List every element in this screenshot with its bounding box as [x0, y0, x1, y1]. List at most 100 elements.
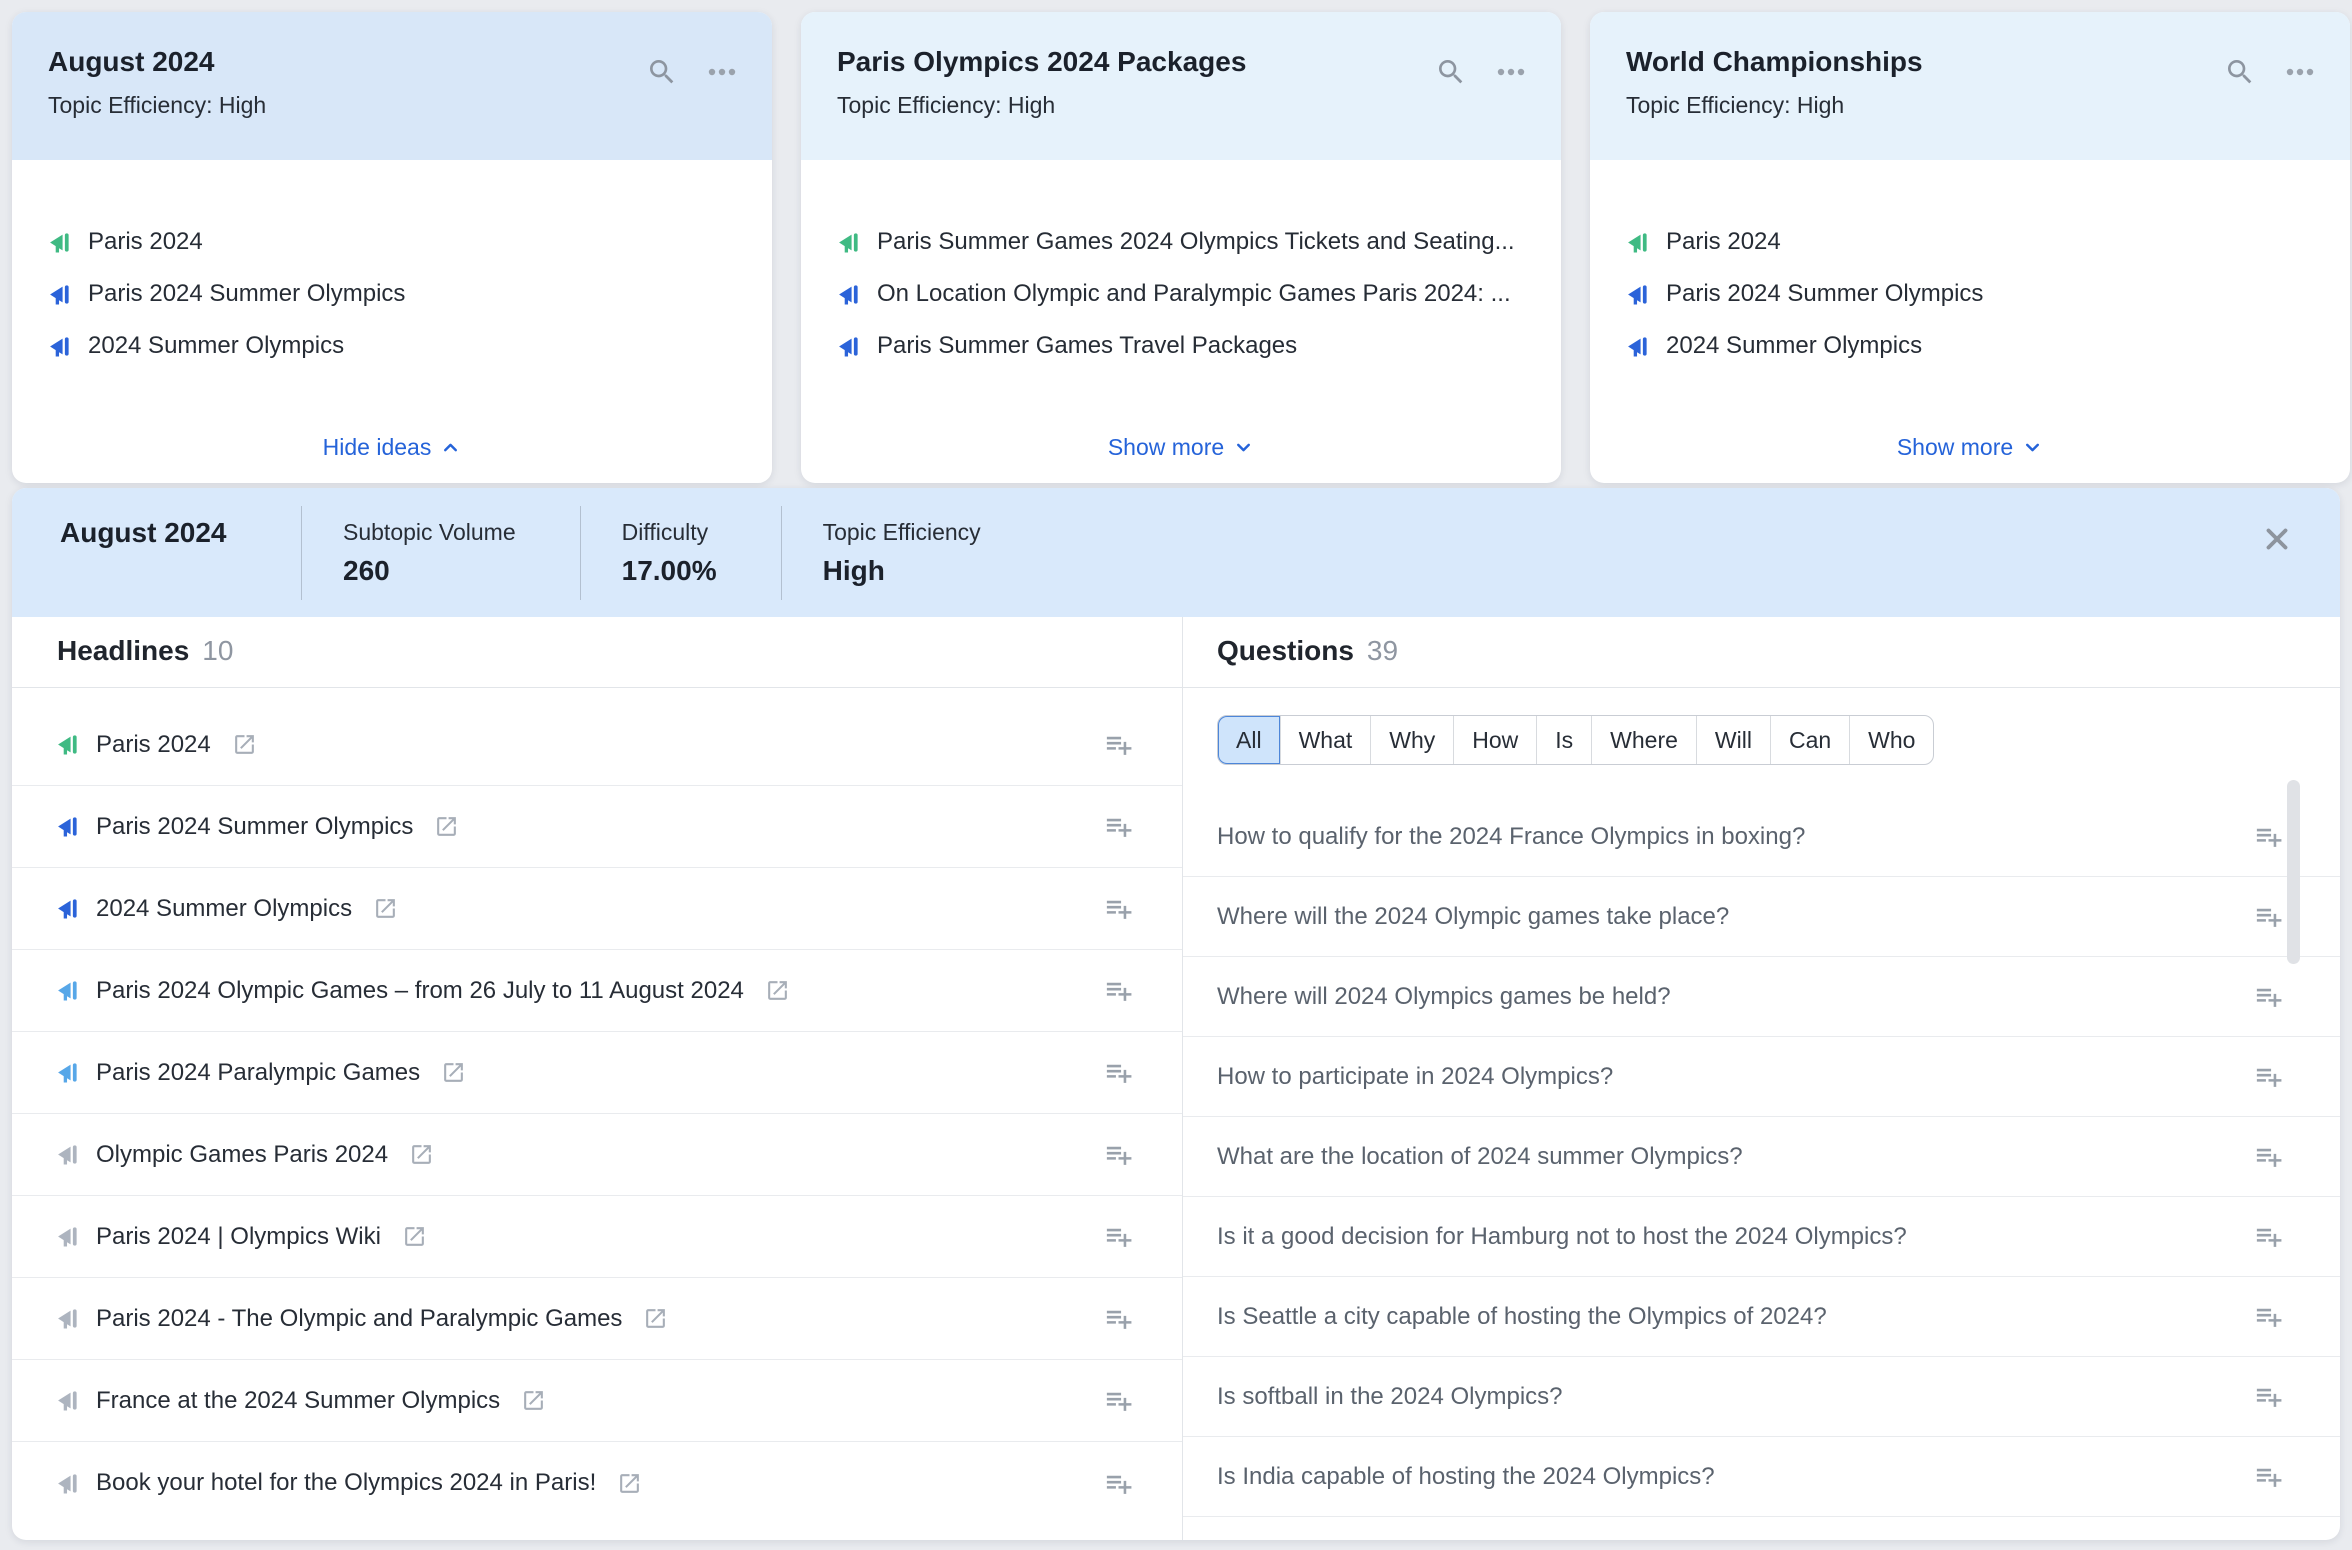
detail-title: August 2024 [60, 516, 227, 548]
add-to-list-icon[interactable] [2253, 1061, 2284, 1092]
more-options-icon[interactable] [706, 56, 738, 88]
more-options-icon[interactable] [1495, 56, 1527, 88]
external-link-icon[interactable] [434, 814, 459, 839]
list-item[interactable]: Paris 2024 [1626, 216, 2314, 268]
list-item[interactable]: Paris 2024 [48, 216, 736, 268]
add-to-list-icon[interactable] [2253, 981, 2284, 1012]
filter-chip-how[interactable]: How [1453, 716, 1536, 764]
stat-label: Topic Efficiency [822, 518, 981, 545]
filter-chip-all[interactable]: All [1218, 716, 1280, 764]
external-link-icon[interactable] [232, 732, 257, 757]
chevron-down-icon [2022, 437, 2043, 458]
list-item[interactable]: Paris Summer Games 2024 Olympics Tickets… [837, 216, 1525, 268]
filter-chip-is[interactable]: Is [1536, 716, 1591, 764]
card-idea-list: Paris 2024 Paris 2024 Summer Olympics 20… [1590, 160, 2350, 372]
card-title: World Championships [1626, 46, 1923, 77]
external-link-icon[interactable] [441, 1060, 466, 1085]
search-icon[interactable] [1435, 56, 1467, 88]
add-to-list-icon[interactable] [1103, 1385, 1134, 1416]
filter-chip-who[interactable]: Who [1849, 716, 1933, 764]
search-icon[interactable] [646, 56, 678, 88]
stat-value: High [822, 554, 885, 586]
headline-text: Paris 2024 | Olympics Wiki [96, 1222, 381, 1250]
idea-text: Paris Summer Games 2024 Olympics Tickets… [877, 228, 1515, 255]
questions-column: Questions 39 All What Why How Is Where W… [1183, 617, 2340, 1540]
question-row: Is Seattle a city capable of hosting the… [1183, 1277, 2340, 1357]
headline-text: Paris 2024 Paralympic Games [96, 1058, 421, 1086]
megaphone-icon [56, 1388, 81, 1413]
external-link-icon[interactable] [617, 1471, 642, 1496]
external-link-icon[interactable] [402, 1224, 427, 1249]
card-header[interactable]: World Championships Topic Efficiency: Hi… [1590, 12, 2350, 160]
headline-text: 2024 Summer Olympics [96, 894, 353, 922]
idea-text: 2024 Summer Olympics [1666, 332, 1923, 359]
megaphone-icon [56, 1471, 81, 1496]
filter-chip-why[interactable]: Why [1370, 716, 1453, 764]
external-link-icon[interactable] [765, 978, 790, 1003]
add-to-list-icon[interactable] [1103, 811, 1134, 842]
show-more-link[interactable]: Show more [1590, 434, 2350, 461]
list-item[interactable]: 2024 Summer Olympics [1626, 320, 2314, 372]
list-item[interactable]: Paris 2024 Summer Olympics [1626, 268, 2314, 320]
add-to-list-icon[interactable] [2253, 901, 2284, 932]
questions-scrollbar[interactable] [2287, 780, 2300, 964]
add-to-list-icon[interactable] [1103, 975, 1134, 1006]
filter-chip-can[interactable]: Can [1769, 716, 1849, 764]
questions-header: Questions 39 [1183, 617, 2340, 688]
external-link-icon[interactable] [373, 896, 398, 921]
question-text: Is Seattle a city capable of hosting the… [1217, 1302, 1827, 1330]
add-to-list-icon[interactable] [1103, 729, 1134, 760]
add-to-list-icon[interactable] [2253, 1301, 2284, 1332]
add-to-list-icon[interactable] [1103, 1221, 1134, 1252]
topic-card-paris-olympics-packages: Paris Olympics 2024 Packages Topic Effic… [801, 12, 1561, 483]
megaphone-icon [837, 230, 862, 255]
stat-value: 260 [343, 554, 390, 586]
search-icon[interactable] [2224, 56, 2256, 88]
close-icon[interactable] [2260, 522, 2294, 556]
question-text: How to qualify for the 2024 France Olymp… [1217, 822, 1806, 850]
external-link-icon[interactable] [409, 1142, 434, 1167]
card-header[interactable]: Paris Olympics 2024 Packages Topic Effic… [801, 12, 1561, 160]
filter-chip-where[interactable]: Where [1591, 716, 1696, 764]
more-options-icon[interactable] [2284, 56, 2316, 88]
stat-label: Subtopic Volume [343, 518, 516, 545]
headline-row: 2024 Summer Olympics [12, 868, 1182, 950]
filter-chip-what[interactable]: What [1279, 716, 1371, 764]
add-to-list-icon[interactable] [1103, 1139, 1134, 1170]
add-to-list-icon[interactable] [2253, 821, 2284, 852]
list-item[interactable]: Paris 2024 Summer Olympics [48, 268, 736, 320]
idea-text: 2024 Summer Olympics [88, 332, 345, 359]
external-link-icon[interactable] [521, 1388, 546, 1413]
add-to-list-icon[interactable] [1103, 1057, 1134, 1088]
headlines-count: 10 [202, 635, 234, 666]
question-row: How to participate in 2024 Olympics? [1183, 1037, 2340, 1117]
list-item[interactable]: 2024 Summer Olympics [48, 320, 736, 372]
add-to-list-icon[interactable] [2253, 1461, 2284, 1492]
external-link-icon[interactable] [643, 1306, 668, 1331]
add-to-list-icon[interactable] [1103, 1303, 1134, 1334]
list-item[interactable]: Paris Summer Games Travel Packages [837, 320, 1525, 372]
headline-text: Paris 2024 Olympic Games – from 26 July … [96, 976, 744, 1004]
card-title: August 2024 [48, 46, 215, 77]
topic-efficiency-label: Topic Efficiency: High [1626, 92, 1845, 118]
question-text: Is India capable of hosting the 2024 Oly… [1217, 1462, 1715, 1490]
question-row: How to qualify for the 2024 France Olymp… [1183, 797, 2340, 877]
list-item[interactable]: On Location Olympic and Paralympic Games… [837, 268, 1525, 320]
show-more-link[interactable]: Show more [801, 434, 1561, 461]
hide-ideas-link[interactable]: Hide ideas [12, 434, 772, 461]
question-row: Is India capable of hosting the 2024 Oly… [1183, 1437, 2340, 1517]
add-to-list-icon[interactable] [2253, 1221, 2284, 1252]
add-to-list-icon[interactable] [1103, 1468, 1134, 1499]
add-to-list-icon[interactable] [1103, 893, 1134, 924]
headline-text: France at the 2024 Summer Olympics [96, 1386, 501, 1414]
topic-efficiency-label: Topic Efficiency: High [48, 92, 267, 118]
chevron-up-icon [440, 437, 461, 458]
card-header[interactable]: August 2024 Topic Efficiency: High [12, 12, 772, 160]
stat-topic-efficiency: Topic Efficiency High [780, 505, 1045, 600]
filter-chip-will[interactable]: Will [1695, 716, 1770, 764]
add-to-list-icon[interactable] [2253, 1381, 2284, 1412]
topic-card-world-championships: World Championships Topic Efficiency: Hi… [1590, 12, 2350, 483]
headlines-title: Headlines [57, 635, 190, 666]
add-to-list-icon[interactable] [2253, 1141, 2284, 1172]
megaphone-icon [1626, 230, 1651, 255]
